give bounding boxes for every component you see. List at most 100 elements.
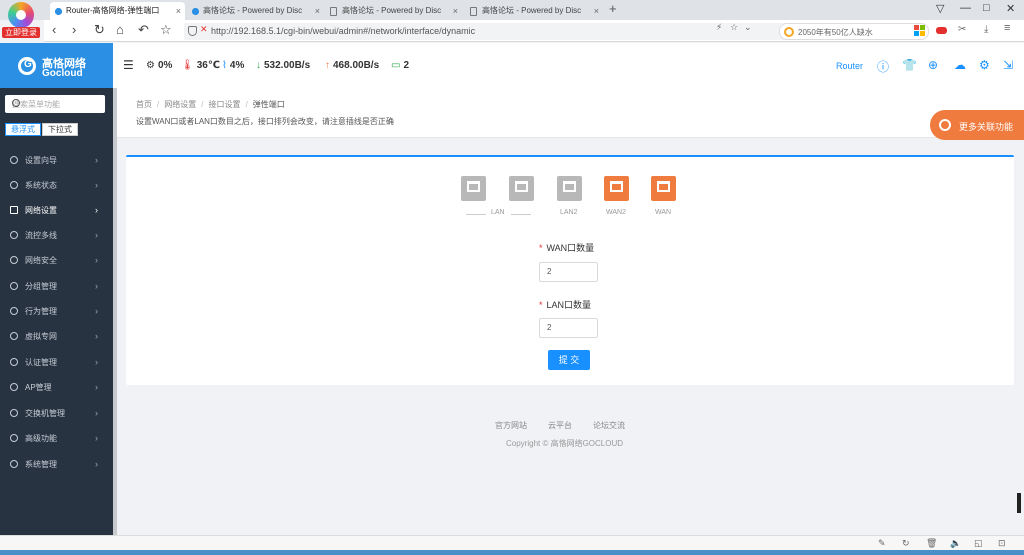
close-icon[interactable]: × bbox=[594, 2, 599, 20]
sidebar-item-system[interactable]: 系统管理 › bbox=[0, 452, 113, 477]
close-icon[interactable]: × bbox=[315, 2, 320, 20]
window-icon[interactable]: ◱ bbox=[974, 538, 983, 549]
breadcrumb-separator: / bbox=[245, 100, 248, 109]
page-scrollbar[interactable] bbox=[1017, 493, 1021, 513]
shirt-icon[interactable]: 👕 bbox=[902, 58, 917, 72]
lan-count-input[interactable]: 2 bbox=[539, 318, 598, 338]
chevron-right-icon: › bbox=[95, 357, 98, 367]
document-icon bbox=[470, 7, 477, 16]
chevron-right-icon: › bbox=[95, 459, 98, 469]
skin-icon[interactable]: ▽ bbox=[936, 2, 944, 15]
sidebar-scrollbar[interactable] bbox=[113, 88, 117, 535]
download-icon[interactable]: ⤓ bbox=[984, 24, 988, 35]
lan-group-line-right bbox=[511, 214, 531, 215]
sidebar-item-switch[interactable]: 交换机管理 › bbox=[0, 401, 113, 426]
sidebar-item-advanced[interactable]: 高级功能 › bbox=[0, 426, 113, 451]
home-button[interactable]: ⌂ bbox=[116, 23, 124, 37]
cloud-upload-icon[interactable]: ☁ bbox=[954, 58, 966, 72]
sidebar-item-flow[interactable]: 流控多线 › bbox=[0, 223, 113, 248]
bookmark-icon[interactable]: ☆ bbox=[730, 22, 738, 33]
wan-count-label: * WAN口数量 bbox=[539, 241, 594, 254]
breadcrumb-network[interactable]: 网络设置 bbox=[164, 100, 196, 109]
footer-link-cloud[interactable]: 云平台 bbox=[548, 421, 572, 430]
star-icon bbox=[10, 434, 18, 442]
shield-icon bbox=[10, 256, 18, 264]
close-icon[interactable]: × bbox=[453, 2, 458, 20]
settings-icon[interactable]: ⚙ bbox=[979, 58, 990, 72]
menu-toggle-icon[interactable]: ☰ bbox=[123, 58, 134, 72]
sidebar-item-ap[interactable]: AP管理 › bbox=[0, 375, 113, 400]
footer-link-forum[interactable]: 论坛交流 bbox=[593, 421, 625, 430]
brand-logo[interactable]: 高恪网络 Gocloud bbox=[0, 43, 113, 88]
breadcrumb-home[interactable]: 首页 bbox=[136, 100, 152, 109]
more-functions-button[interactable]: 更多关联功能 bbox=[930, 110, 1024, 140]
document-icon bbox=[330, 7, 337, 16]
ethernet-port-icon bbox=[515, 181, 528, 192]
submit-button[interactable]: 提 交 bbox=[548, 350, 590, 370]
scissors-icon[interactable]: ✂ bbox=[958, 24, 966, 35]
lan-group-line-left bbox=[466, 214, 486, 215]
globe-icon[interactable]: ⊕ bbox=[928, 58, 938, 72]
forward-button[interactable]: › bbox=[72, 23, 76, 37]
reload-button[interactable]: ↻ bbox=[94, 23, 105, 37]
sidebar: 搜索菜单功能 悬浮式 下拉式 设置向导 › 系统状态 › 网络设置 › 流控多线 › 网… bbox=[0, 88, 113, 535]
game-icon[interactable] bbox=[936, 25, 947, 36]
info-icon[interactable]: ⓘ bbox=[877, 58, 889, 75]
tab-title: 高恪论坛 - Powered by Disc bbox=[342, 6, 442, 15]
tab-router[interactable]: Router-高恪网络-弹性端口 × bbox=[50, 2, 185, 20]
auth-shield-icon bbox=[10, 358, 18, 366]
sidebar-item-vpn[interactable]: 虚拟专网 › bbox=[0, 324, 113, 349]
undo-button[interactable]: ↶ bbox=[138, 23, 149, 37]
mode-dropdown-button[interactable]: 下拉式 bbox=[42, 123, 78, 136]
zoom-icon[interactable]: ⊡ bbox=[998, 538, 1006, 549]
sidebar-item-behavior[interactable]: 行为管理 › bbox=[0, 299, 113, 324]
sidebar-item-label: 分组管理 bbox=[25, 282, 57, 291]
tools-icon[interactable]: ✎ bbox=[878, 538, 886, 549]
maximize-button[interactable]: □ bbox=[983, 2, 990, 14]
download-value: 532.00B/s bbox=[264, 60, 311, 71]
sidebar-item-auth[interactable]: 认证管理 › bbox=[0, 350, 113, 375]
sidebar-item-security[interactable]: 网络安全 › bbox=[0, 248, 113, 273]
breadcrumb-separator: / bbox=[201, 100, 204, 109]
chevron-down-icon[interactable]: ⌄ bbox=[744, 22, 752, 33]
search-box[interactable]: 2050年有50亿人缺水 bbox=[779, 23, 929, 40]
bookmark-star-icon[interactable]: ☆ bbox=[160, 23, 172, 37]
trash-icon[interactable]: 🗑 bbox=[926, 538, 937, 549]
new-tab-button[interactable]: + bbox=[609, 1, 617, 16]
upload-stat: ↑ 468.00B/s bbox=[325, 60, 379, 71]
menu-icon[interactable]: ≡ bbox=[1004, 22, 1010, 34]
login-badge[interactable]: 立即登录 bbox=[2, 27, 40, 38]
sidebar-item-label: AP管理 bbox=[25, 383, 52, 392]
tab-forum-1[interactable]: 高恪论坛 - Powered by Disc × bbox=[187, 2, 324, 20]
sidebar-item-status[interactable]: 系统状态 › bbox=[0, 173, 113, 198]
router-link[interactable]: Router bbox=[836, 61, 863, 71]
url-field[interactable]: ✕ http://192.168.5.1/cgi-bin/webui/admin… bbox=[184, 23, 804, 40]
wan-count-input[interactable]: 2 bbox=[539, 262, 598, 282]
sidebar-item-label: 系统状态 bbox=[25, 181, 57, 190]
close-window-button[interactable]: ✕ bbox=[1006, 2, 1015, 15]
refresh-icon[interactable]: ↻ bbox=[902, 538, 910, 549]
tab-forum-3[interactable]: 高恪论坛 - Powered by Disc × bbox=[466, 2, 603, 20]
sidebar-item-wizard[interactable]: 设置向导 › bbox=[0, 148, 113, 173]
breadcrumb: 首页 / 网络设置 / 接口设置 / 弹性端口 bbox=[136, 99, 285, 110]
apps-icon[interactable] bbox=[914, 25, 925, 36]
browser-logo[interactable]: 立即登录 bbox=[0, 0, 44, 40]
list-icon bbox=[10, 282, 18, 290]
mode-float-button[interactable]: 悬浮式 bbox=[5, 123, 41, 136]
menu-search-input[interactable]: 搜索菜单功能 bbox=[5, 95, 105, 113]
lightning-icon[interactable]: ⚡ bbox=[716, 22, 722, 33]
minimize-button[interactable]: — bbox=[960, 2, 971, 14]
memory-icon: ⌇ bbox=[222, 60, 227, 71]
close-icon[interactable]: × bbox=[176, 2, 181, 20]
footer-link-official[interactable]: 官方网站 bbox=[495, 421, 527, 430]
sidebar-item-network[interactable]: 网络设置 › bbox=[0, 198, 113, 223]
dashboard-icon bbox=[10, 181, 18, 189]
upload-value: 468.00B/s bbox=[333, 60, 380, 71]
sidebar-item-groups[interactable]: 分组管理 › bbox=[0, 274, 113, 299]
more-functions-label: 更多关联功能 bbox=[959, 122, 1014, 132]
breadcrumb-interface[interactable]: 接口设置 bbox=[208, 100, 240, 109]
tab-forum-2[interactable]: 高恪论坛 - Powered by Disc × bbox=[326, 2, 462, 20]
speaker-icon[interactable]: 🔈 bbox=[950, 538, 961, 549]
back-button[interactable]: ‹ bbox=[52, 23, 56, 37]
logout-icon[interactable]: ⇲ bbox=[1003, 58, 1013, 72]
